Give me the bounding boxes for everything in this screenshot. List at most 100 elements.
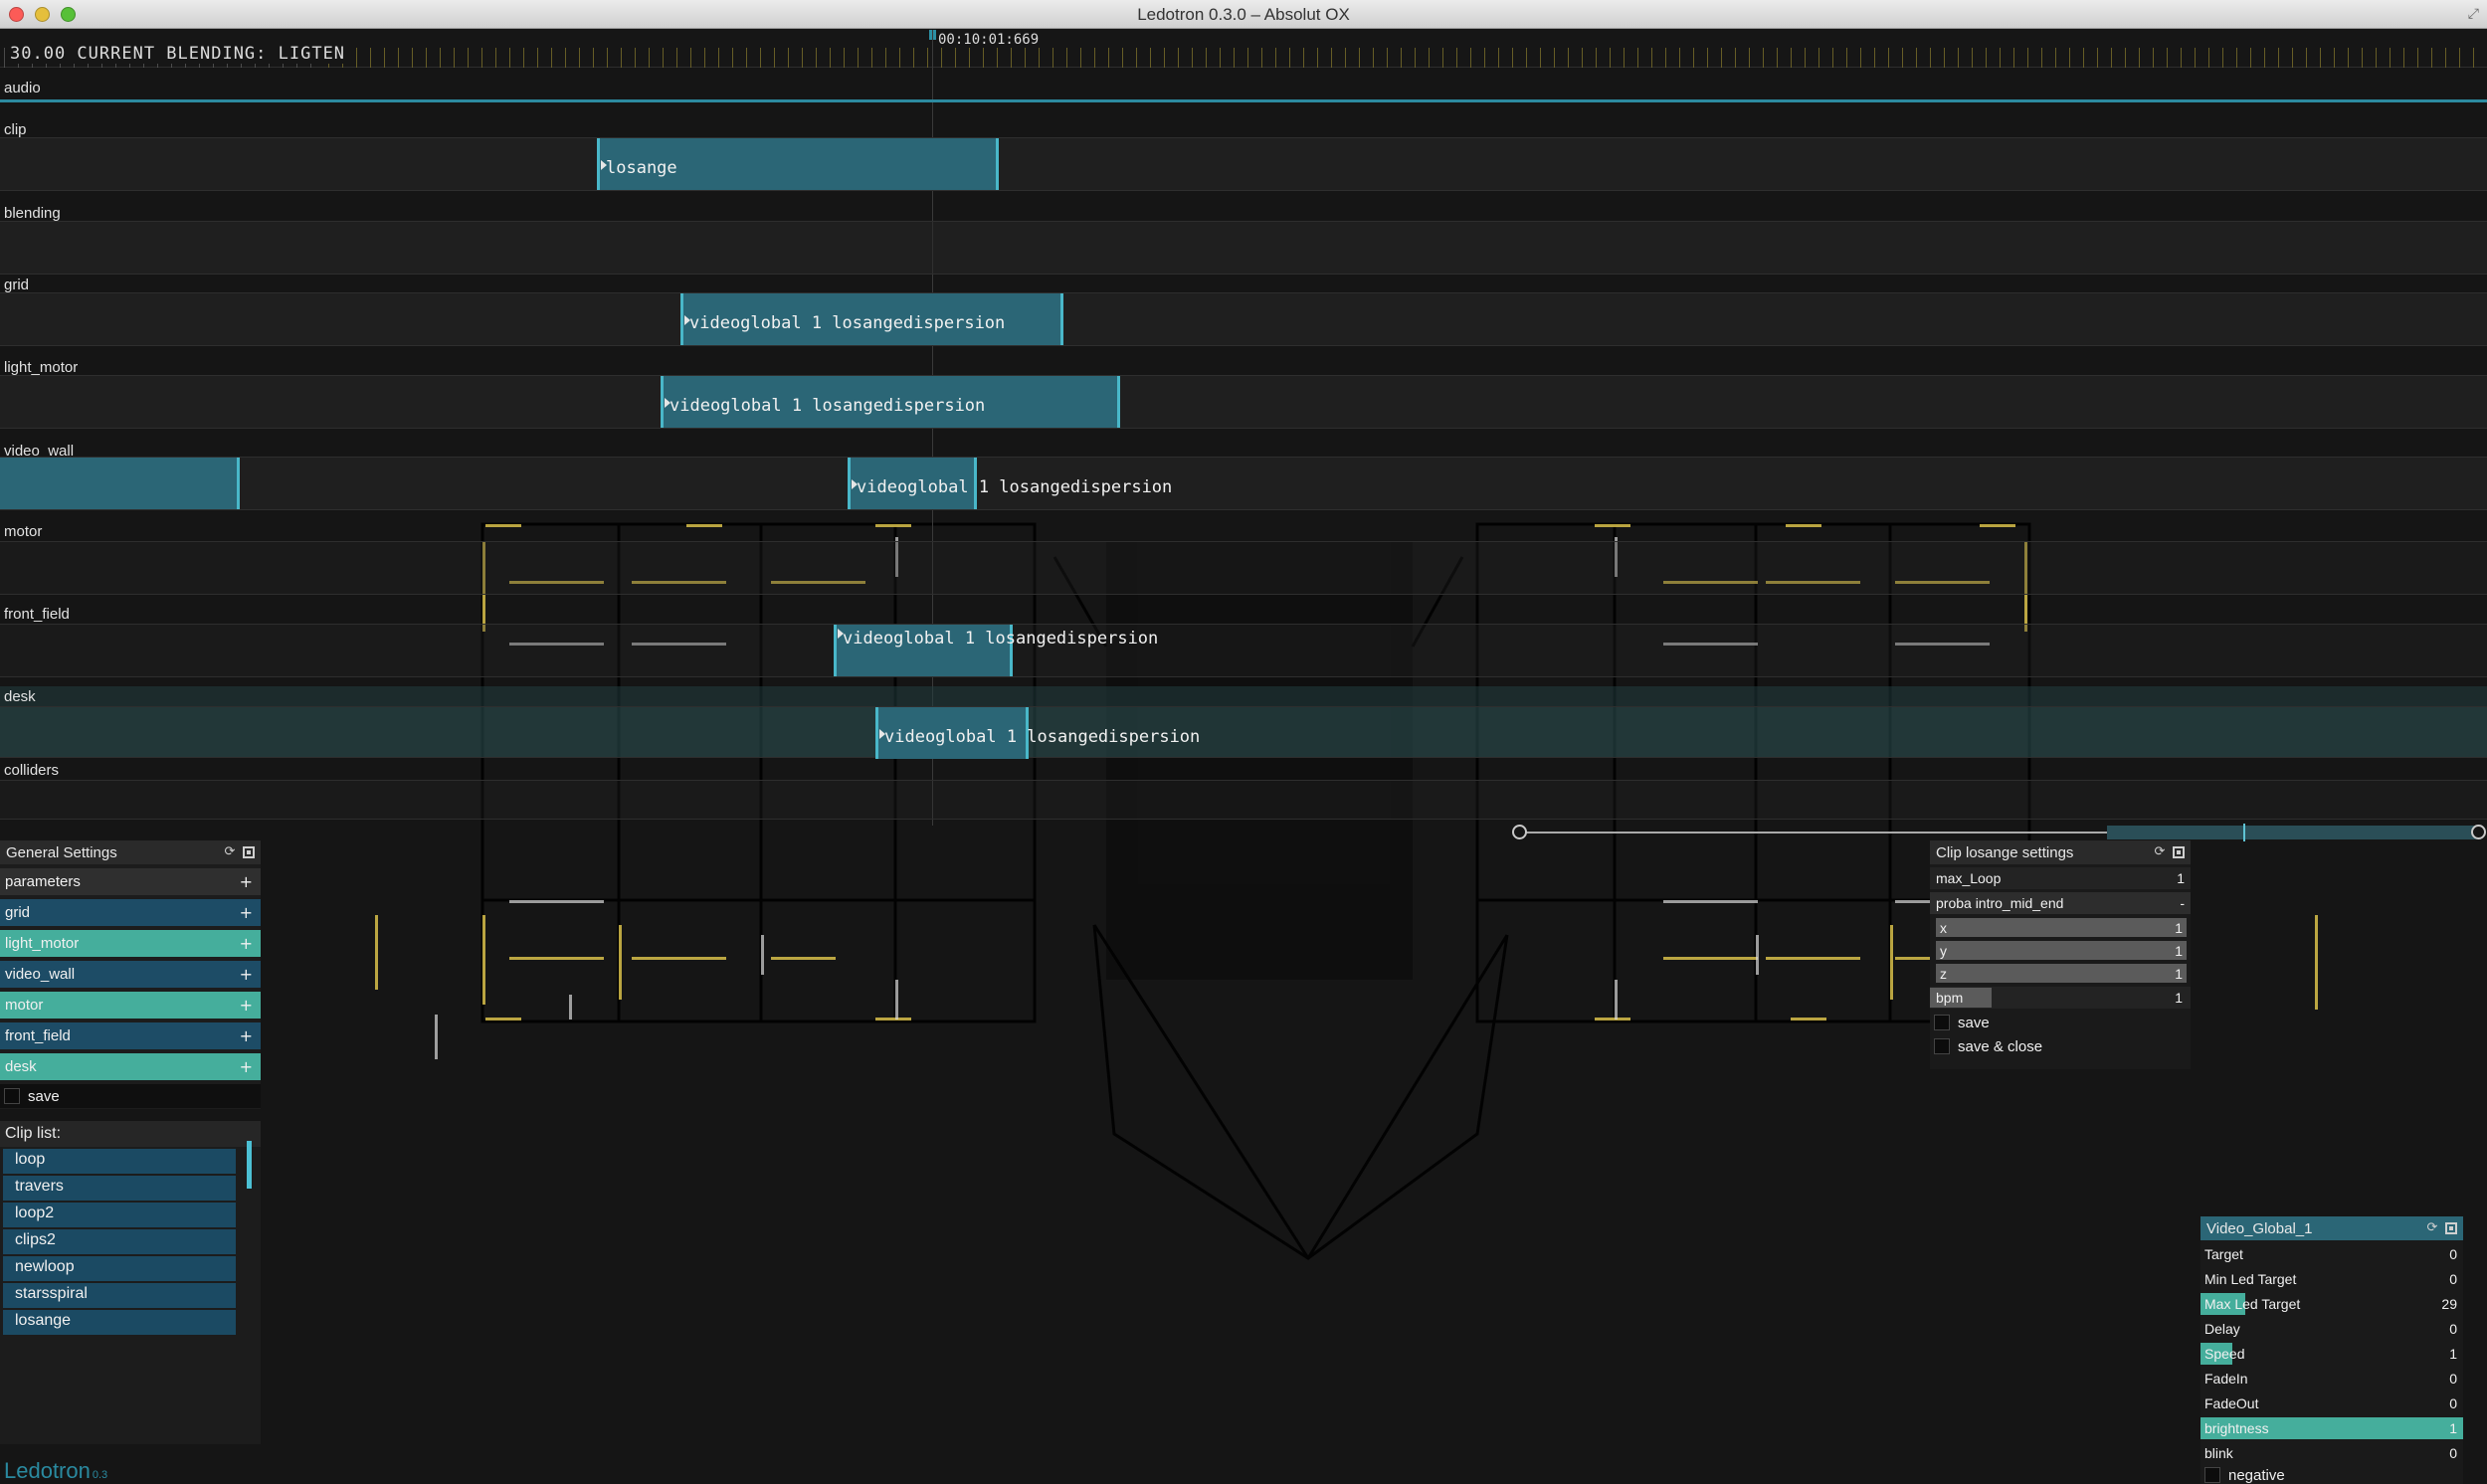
clip-list-panel: Clip list: loop travers loop2 clips2 new… bbox=[0, 1121, 261, 1444]
track-lane[interactable]: videoglobal 1 losangedispersion bbox=[0, 624, 2487, 677]
negative-toggle[interactable]: negative bbox=[2200, 1466, 2463, 1484]
track-lane[interactable]: losange bbox=[0, 137, 2487, 191]
clip-label: videoglobal 1 losangedispersion bbox=[670, 396, 986, 416]
expand-plus-icon[interactable]: + bbox=[240, 1026, 253, 1045]
track-lane[interactable]: videoglobal 1 losangedispersion bbox=[0, 292, 2487, 346]
gs-row-grid[interactable]: grid + bbox=[0, 899, 261, 926]
vg-param-speed[interactable]: Speed 1 bbox=[2200, 1343, 2463, 1365]
gs-row-video-wall[interactable]: video_wall + bbox=[0, 961, 261, 988]
row-label: light_motor bbox=[5, 935, 80, 952]
gs-row-parameters[interactable]: parameters + bbox=[0, 868, 261, 895]
track-lane[interactable]: videoglobal 1 losangedispersion bbox=[0, 375, 2487, 429]
audio-waveform[interactable] bbox=[0, 99, 2487, 102]
field-label: max_Loop bbox=[1936, 870, 2002, 886]
expand-plus-icon[interactable]: + bbox=[240, 965, 253, 984]
scrubber-end-handle[interactable] bbox=[2471, 825, 2486, 839]
max-loop-field[interactable]: max_Loop 1 bbox=[1930, 867, 2191, 889]
param-label: blink bbox=[2204, 1445, 2233, 1461]
param-value: 1 bbox=[2449, 1346, 2457, 1362]
clip-label: videoglobal 1 losangedispersion bbox=[689, 313, 1006, 333]
track-lane[interactable] bbox=[0, 221, 2487, 275]
panel-title: Clip losange settings bbox=[1936, 843, 2074, 861]
panel-header: General Settings ⟳ bbox=[0, 840, 261, 864]
clip-list-item[interactable]: travers bbox=[3, 1176, 236, 1201]
minimize-panel-icon[interactable] bbox=[2173, 846, 2185, 858]
clip-list-item[interactable]: clips2 bbox=[3, 1229, 236, 1254]
expand-plus-icon[interactable]: + bbox=[240, 934, 253, 953]
clip-list-item[interactable]: loop bbox=[3, 1149, 236, 1174]
collapse-icon[interactable]: - bbox=[2180, 895, 2185, 911]
param-label: Min Led Target bbox=[2204, 1271, 2297, 1287]
refresh-icon[interactable]: ⟳ bbox=[223, 845, 237, 859]
vg-param-blink[interactable]: blink 0 bbox=[2200, 1442, 2463, 1464]
expand-plus-icon[interactable]: + bbox=[240, 1057, 253, 1076]
clip-list-item[interactable]: newloop bbox=[3, 1256, 236, 1281]
clip-block[interactable]: losange bbox=[597, 138, 999, 190]
z-slider[interactable]: z 1 bbox=[1936, 964, 2187, 983]
param-value: 0 bbox=[2449, 1271, 2457, 1287]
clip-block[interactable]: videoglobal 1 losangedispersion bbox=[680, 293, 1063, 345]
clip-block[interactable]: videoglobal 1 losangedispersion bbox=[875, 707, 1200, 759]
track-lane[interactable]: videoglobal 1 losangedispersion bbox=[0, 706, 2487, 759]
clip-save-close-toggle[interactable]: save & close bbox=[1930, 1034, 2191, 1058]
clip-list-item[interactable]: losange bbox=[3, 1310, 236, 1335]
y-slider[interactable]: y 1 bbox=[1936, 941, 2187, 960]
expand-plus-icon[interactable]: + bbox=[240, 996, 253, 1015]
gs-row-light-motor[interactable]: light_motor + bbox=[0, 930, 261, 957]
gs-row-motor[interactable]: motor + bbox=[0, 992, 261, 1019]
vg-param-min-led-target[interactable]: Min Led Target 0 bbox=[2200, 1268, 2463, 1290]
clip-block[interactable]: videoglobal 1 losangedispersion bbox=[661, 376, 1120, 428]
vg-param-delay[interactable]: Delay 0 bbox=[2200, 1318, 2463, 1340]
scrubber-range[interactable] bbox=[2107, 826, 2481, 839]
clip-list-item[interactable]: loop2 bbox=[3, 1203, 236, 1227]
minimize-panel-icon[interactable] bbox=[243, 846, 255, 858]
bpm-slider[interactable]: bpm 1 bbox=[1930, 987, 2191, 1009]
scrubber-start-handle[interactable] bbox=[1512, 825, 1527, 839]
vg-param-fadeout[interactable]: FadeOut 0 bbox=[2200, 1392, 2463, 1414]
row-label: video_wall bbox=[5, 966, 76, 983]
scrubber-position-marker[interactable] bbox=[2243, 824, 2245, 841]
expand-plus-icon[interactable]: + bbox=[240, 903, 253, 922]
field-value: 1 bbox=[2177, 870, 2185, 886]
track-label: light_motor bbox=[4, 359, 79, 376]
gs-save-toggle[interactable]: save bbox=[0, 1084, 261, 1108]
panel-title: General Settings bbox=[6, 843, 117, 861]
clip-block[interactable] bbox=[0, 458, 240, 509]
track-lane[interactable]: videoglobal 1 losangedispersion bbox=[0, 457, 2487, 510]
panel-title: Video_Global_1 bbox=[2206, 1219, 2313, 1237]
x-slider[interactable]: x 1 bbox=[1936, 918, 2187, 937]
negative-checkbox[interactable] bbox=[2204, 1467, 2220, 1483]
panel-header: Video_Global_1 ⟳ bbox=[2200, 1216, 2463, 1240]
gs-row-front-field[interactable]: front_field + bbox=[0, 1022, 261, 1049]
expand-plus-icon[interactable]: + bbox=[240, 872, 253, 891]
track-label: desk bbox=[4, 688, 36, 705]
playhead-timecode: 00:10:01:669 bbox=[938, 32, 1040, 48]
track-lane[interactable] bbox=[0, 541, 2487, 595]
vg-param-target[interactable]: Target 0 bbox=[2200, 1243, 2463, 1265]
save-checkbox[interactable] bbox=[1934, 1015, 1950, 1030]
clip-list-scrollbar[interactable] bbox=[247, 1141, 252, 1189]
refresh-icon[interactable]: ⟳ bbox=[2153, 845, 2167, 859]
track-lane[interactable] bbox=[0, 780, 2487, 820]
param-label: Delay bbox=[2204, 1321, 2240, 1337]
param-label: Target bbox=[2204, 1246, 2243, 1262]
proba-group-header[interactable]: proba intro_mid_end - bbox=[1930, 892, 2191, 914]
timeline-ruler[interactable]: 30.00 CURRENT BLENDING: LIGTEN 00:10:01:… bbox=[0, 30, 2487, 68]
clip-block[interactable]: videoglobal 1 losangedispersion bbox=[848, 458, 1172, 509]
general-settings-panel: General Settings ⟳ parameters + grid + lig… bbox=[0, 840, 261, 1109]
refresh-icon[interactable]: ⟳ bbox=[2425, 1221, 2439, 1235]
vg-param-fadein[interactable]: FadeIn 0 bbox=[2200, 1368, 2463, 1390]
gs-row-desk[interactable]: desk + bbox=[0, 1053, 261, 1080]
save-close-checkbox[interactable] bbox=[1934, 1038, 1950, 1054]
fullscreen-icon[interactable]: ⤢ bbox=[2468, 6, 2479, 22]
clip-block[interactable]: videoglobal 1 losangedispersion bbox=[834, 625, 1158, 676]
clip-save-toggle[interactable]: save bbox=[1930, 1011, 2191, 1034]
clip-list-item[interactable]: starsspiral bbox=[3, 1283, 236, 1308]
vg-param-brightness[interactable]: brightness 1 bbox=[2200, 1417, 2463, 1439]
brand-version: 0.3 bbox=[92, 1469, 108, 1481]
clip-settings-panel: Clip losange settings ⟳ max_Loop 1 proba… bbox=[1930, 840, 2191, 1069]
minimize-panel-icon[interactable] bbox=[2445, 1222, 2457, 1234]
vg-param-max-led-target[interactable]: Max Led Target 29 bbox=[2200, 1293, 2463, 1315]
param-value: 0 bbox=[2449, 1395, 2457, 1411]
save-checkbox[interactable] bbox=[4, 1088, 20, 1104]
